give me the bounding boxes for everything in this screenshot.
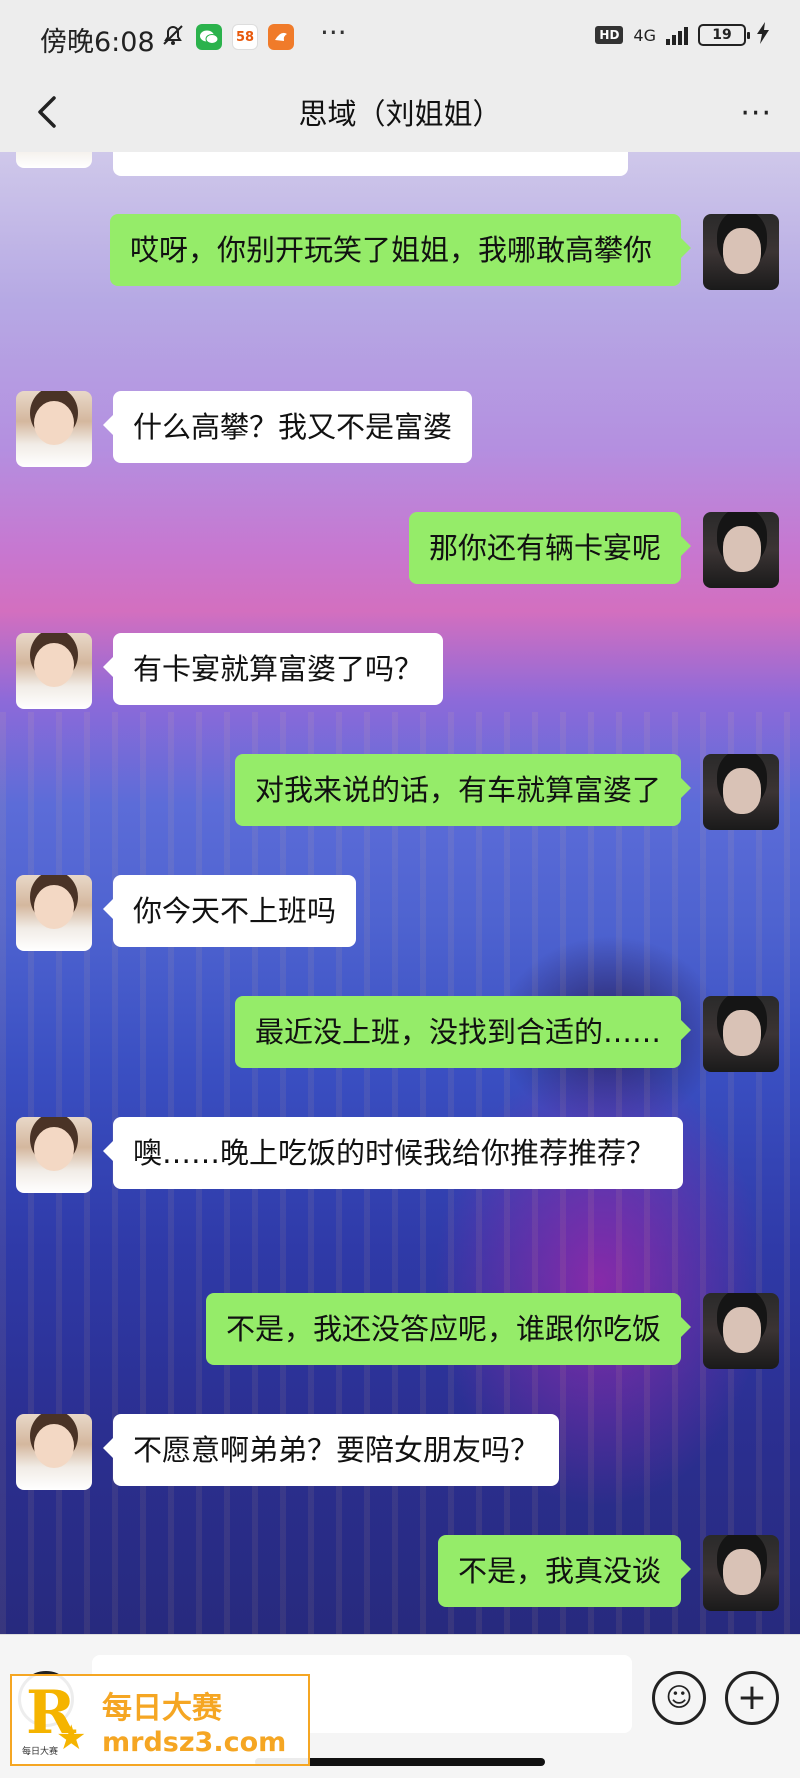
contact-avatar[interactable] bbox=[16, 391, 92, 467]
message-bubble-sent[interactable]: 不是，我还没答应呢，谁跟你吃饭 bbox=[205, 1293, 692, 1365]
message-bubble-received[interactable]: 噢……晚上吃饭的时候我给你推荐推荐？ bbox=[103, 1117, 683, 1189]
more-notifications-icon: ··· bbox=[320, 16, 347, 49]
watermark-title: 每日大赛 bbox=[102, 1690, 222, 1726]
chat-header: 思域（刘姐姐） ··· bbox=[0, 72, 800, 152]
mute-bell-icon bbox=[160, 22, 186, 52]
status-bar: 傍晚6:08 58 ··· HD 4G 19 bbox=[0, 0, 800, 72]
network-type: 4G bbox=[633, 25, 656, 45]
star-icon: ★ bbox=[56, 1718, 87, 1758]
message-bubble-received[interactable]: 不愿意啊弟弟？要陪女朋友吗？ bbox=[102, 1414, 560, 1486]
my-avatar[interactable] bbox=[703, 1293, 779, 1369]
battery-icon: 19 bbox=[698, 24, 750, 46]
contact-avatar[interactable] bbox=[16, 152, 92, 168]
message-bubble-received[interactable] bbox=[113, 152, 628, 176]
message-bubble-sent[interactable]: 最近没上班，没找到合适的…… bbox=[234, 996, 692, 1068]
my-avatar[interactable] bbox=[703, 996, 779, 1072]
notification-icons: 58 bbox=[160, 22, 294, 52]
status-time: 傍晚6:08 bbox=[40, 27, 155, 58]
chat-message-list[interactable]: 哎呀，你别开玩笑了姐姐，我哪敢高攀你 什么高攀？我又不是富婆 那你还有辆卡宴呢 … bbox=[0, 152, 800, 1634]
app-58-icon: 58 bbox=[232, 24, 258, 50]
message-bubble-received[interactable]: 有卡宴就算富婆了吗？ bbox=[102, 633, 444, 705]
message-bubble-sent[interactable]: 那你还有辆卡宴呢 bbox=[408, 512, 692, 584]
message-bubble-received[interactable]: 什么高攀？我又不是富婆 bbox=[102, 391, 473, 463]
back-arrow-icon[interactable] bbox=[28, 90, 68, 134]
my-avatar[interactable] bbox=[703, 512, 779, 588]
watermark-url: mrdsz3.com bbox=[102, 1726, 287, 1758]
hd-badge: HD bbox=[595, 26, 624, 44]
contact-avatar[interactable] bbox=[16, 1414, 92, 1490]
emoji-button[interactable]: ☺ bbox=[652, 1671, 706, 1725]
app-bird-icon bbox=[268, 24, 294, 50]
more-options-icon[interactable]: ··· bbox=[740, 96, 772, 131]
wechat-icon bbox=[196, 24, 222, 50]
charging-icon bbox=[756, 22, 770, 48]
my-avatar[interactable] bbox=[703, 1535, 779, 1611]
message-bubble-received[interactable]: 你今天不上班吗 bbox=[102, 875, 357, 947]
contact-avatar[interactable] bbox=[16, 875, 92, 951]
watermark-text: 每日大赛 mrdsz3.com bbox=[102, 1683, 286, 1758]
contact-avatar[interactable] bbox=[16, 633, 92, 709]
system-status: HD 4G 19 bbox=[595, 22, 770, 48]
my-avatar[interactable] bbox=[703, 214, 779, 290]
message-bubble-sent[interactable]: 哎呀，你别开玩笑了姐姐，我哪敢高攀你 bbox=[110, 214, 691, 286]
my-avatar[interactable] bbox=[703, 754, 779, 830]
chat-title: 思域（刘姐姐） bbox=[298, 97, 502, 131]
watermark-logo: R ★ 每日大赛 bbox=[20, 1678, 90, 1758]
site-watermark: R ★ 每日大赛 每日大赛 mrdsz3.com bbox=[10, 1674, 310, 1766]
signal-icon bbox=[666, 25, 688, 45]
more-functions-button[interactable]: + bbox=[725, 1671, 779, 1725]
message-bubble-sent[interactable]: 对我来说的话，有车就算富婆了 bbox=[234, 754, 692, 826]
contact-avatar[interactable] bbox=[16, 1117, 92, 1193]
message-bubble-sent[interactable]: 不是，我真没谈 bbox=[437, 1535, 692, 1607]
watermark-logo-caption: 每日大赛 bbox=[22, 1747, 59, 1757]
